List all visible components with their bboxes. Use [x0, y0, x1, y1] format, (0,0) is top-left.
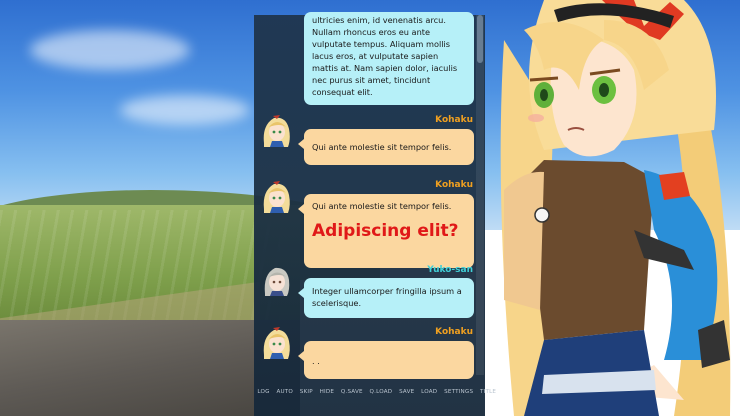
- log-entry: Kohaku Qui ante molestie sit tempor feli…: [254, 113, 485, 171]
- dialogue-bubble: Qui ante molestie sit tempor felis. Adip…: [298, 194, 474, 268]
- log-entry: ultricies enim, id venenatis arcu. Nulla…: [254, 12, 485, 107]
- menu-save[interactable]: SAVE: [396, 389, 418, 395]
- cloud: [120, 95, 250, 125]
- cloud: [30, 30, 190, 70]
- menu-hide[interactable]: HIDE: [316, 389, 337, 395]
- quick-menu: LOG AUTO SKIP HIDE Q.SAVE Q.LOAD SAVE LO…: [254, 384, 496, 400]
- dialogue-text: Qui ante molestie sit tempor felis.: [312, 142, 452, 152]
- menu-log[interactable]: LOG: [254, 389, 273, 395]
- menu-settings[interactable]: SETTINGS: [441, 389, 477, 395]
- dialogue-bubble: Integer ullamcorper fringilla ipsum a sc…: [298, 278, 474, 318]
- log-entry: Kohaku . .: [254, 325, 485, 385]
- dialogue-text: . .: [312, 356, 320, 366]
- yuko-avatar: [258, 262, 294, 298]
- scrollbar-thumb[interactable]: [477, 15, 483, 63]
- speaker-name: Kohaku: [435, 115, 473, 125]
- speaker-name: Yuko-san: [427, 265, 473, 275]
- kohaku-avatar: [258, 113, 294, 149]
- speaker-name: Kohaku: [435, 180, 473, 190]
- backlog-scrollbar[interactable]: [476, 15, 484, 375]
- dialogue-text: ultricies enim, id venenatis arcu. Nulla…: [312, 15, 458, 97]
- log-entry: Yuko-san Integer ullamcorper fringilla i…: [254, 262, 485, 320]
- menu-skip[interactable]: SKIP: [296, 389, 316, 395]
- speaker-name: Kohaku: [435, 327, 473, 337]
- dialogue-text: Qui ante molestie sit tempor felis.: [312, 201, 452, 211]
- menu-quick-save[interactable]: Q.SAVE: [337, 389, 366, 395]
- emphasis-text: Adipiscing elit?: [312, 221, 459, 241]
- menu-auto[interactable]: AUTO: [273, 389, 296, 395]
- dialogue-bubble: ultricies enim, id venenatis arcu. Nulla…: [304, 12, 474, 105]
- dialogue-text: Integer ullamcorper fringilla ipsum a sc…: [312, 286, 462, 308]
- dialogue-bubble: Qui ante molestie sit tempor felis.: [298, 129, 474, 165]
- backlog-panel[interactable]: ultricies enim, id venenatis arcu. Nulla…: [254, 12, 485, 416]
- character-sprite: [484, 0, 740, 416]
- kohaku-avatar: [258, 179, 294, 215]
- log-entry: Kohaku Qui ante molestie sit tempor feli…: [254, 177, 485, 271]
- menu-load[interactable]: LOAD: [418, 389, 441, 395]
- dialogue-bubble: . .: [298, 341, 474, 379]
- menu-quick-load[interactable]: Q.LOAD: [366, 389, 396, 395]
- kohaku-avatar: [258, 325, 294, 361]
